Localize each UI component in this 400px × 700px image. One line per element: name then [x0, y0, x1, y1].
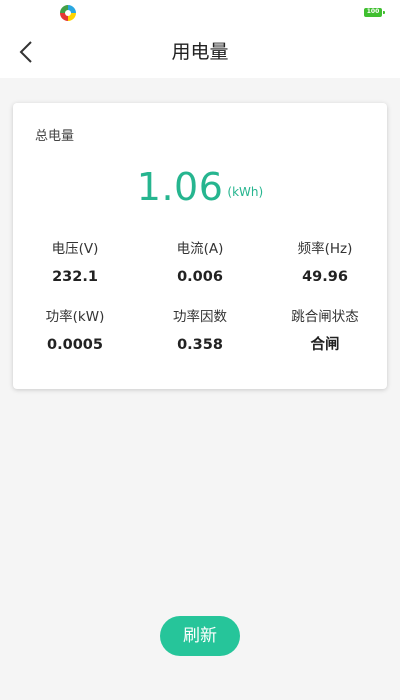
metric-value: 0.358: [177, 337, 223, 353]
metric-value: 49.96: [302, 269, 348, 285]
back-chevron-icon[interactable]: [14, 38, 42, 66]
metric-label: 电流(A): [176, 241, 224, 257]
metric-label: 功率(kW): [45, 309, 105, 325]
total-energy-label: 总电量: [35, 129, 75, 144]
metric-value: 合闸: [310, 337, 340, 353]
refresh-button[interactable]: 刷新: [160, 616, 240, 656]
metric-value: 232.1: [52, 269, 98, 285]
metric-label: 频率(Hz): [297, 241, 353, 257]
metric-voltage: 电压(V) 232.1: [13, 239, 137, 288]
metric-value: 0.0005: [47, 337, 103, 353]
metric-label: 电压(V): [51, 241, 99, 257]
battery-icon: 100: [364, 8, 385, 17]
total-energy-value: 1.06: [136, 165, 224, 209]
metric-label: 跳合闸状态: [291, 309, 359, 325]
app-icon: [60, 5, 76, 21]
energy-card: 总电量 1.06 (kWh) 电压(V) 232.1 电流(A) 0.006 频率…: [13, 103, 387, 389]
metric-current: 电流(A) 0.006: [138, 239, 262, 288]
metric-power: 功率(kW) 0.0005: [13, 307, 137, 356]
total-energy-display: 1.06 (kWh): [13, 165, 387, 209]
metric-switch-status: 跳合闸状态 合闸: [263, 307, 387, 356]
metric-label: 功率因数: [173, 309, 227, 325]
metric-frequency: 频率(Hz) 49.96: [263, 239, 387, 288]
status-bar: 100: [0, 0, 400, 26]
nav-bar: 用电量: [0, 26, 400, 78]
battery-level: 100: [366, 8, 380, 15]
metric-value: 0.006: [177, 269, 223, 285]
metric-power-factor: 功率因数 0.358: [138, 307, 262, 356]
page-title: 用电量: [171, 41, 229, 63]
total-energy-unit: (kWh): [227, 185, 264, 199]
